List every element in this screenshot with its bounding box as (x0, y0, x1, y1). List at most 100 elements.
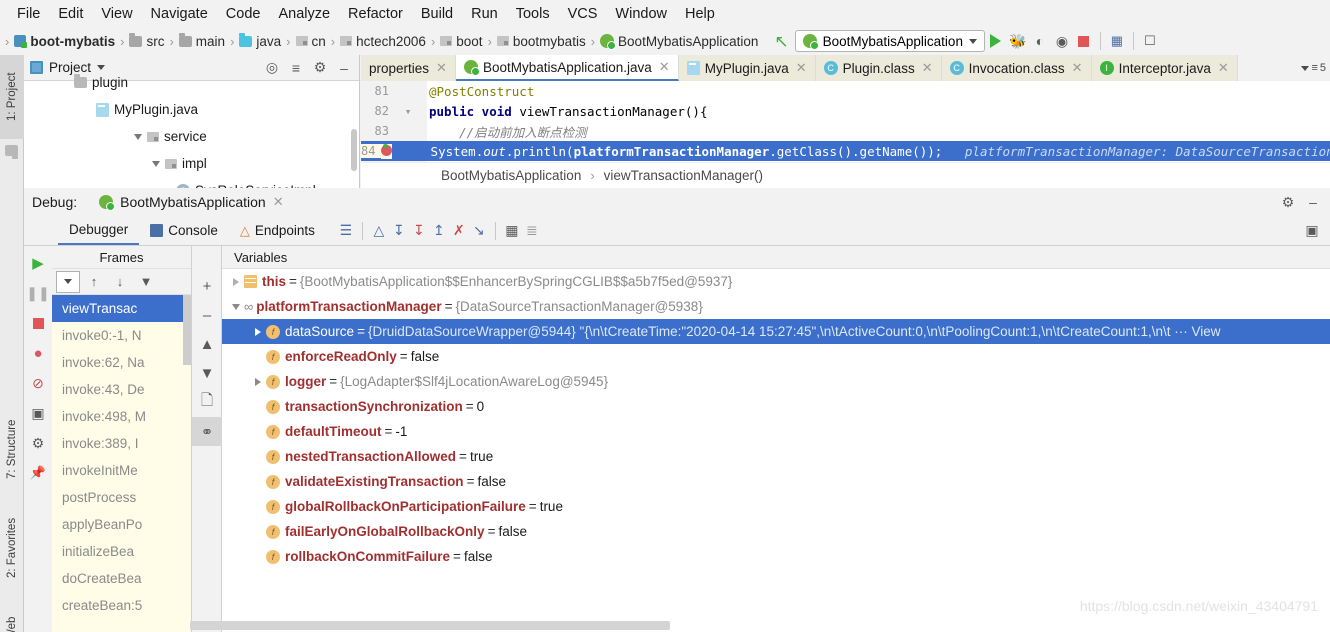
layout-button[interactable]: ▦ (1106, 30, 1128, 52)
project-scrollbar[interactable] (351, 129, 357, 171)
menu-item-refactor[interactable]: Refactor (339, 3, 412, 25)
view-breakpoints-button[interactable]: ● (24, 338, 52, 368)
frame-row[interactable]: invoke:498, M (52, 403, 191, 430)
expand-arrow[interactable] (250, 327, 266, 336)
tab-debugger[interactable]: Debugger (58, 216, 140, 245)
pin-tab-button[interactable]: 📌 (24, 458, 52, 488)
breadcrumb-java[interactable]: java (237, 32, 283, 49)
gear-icon[interactable]: ⚙ (1279, 194, 1297, 211)
close-icon[interactable]: ✕ (659, 59, 670, 75)
sidebar-tab-project[interactable]: 1: Project (0, 55, 24, 139)
breadcrumb-class[interactable]: BootMybatisApplication (598, 34, 760, 50)
tab-interceptor[interactable]: I Interceptor.java ✕ (1091, 55, 1238, 81)
stop-button[interactable] (1073, 30, 1095, 52)
step-out-button[interactable]: ↥ (429, 221, 449, 241)
frame-row[interactable]: applyBeanPo (52, 511, 191, 538)
menu-item-tools[interactable]: Tools (507, 3, 559, 25)
breadcrumb-boot[interactable]: boot (438, 34, 484, 49)
mute-breakpoints-toggle[interactable]: ⊘ (24, 368, 52, 398)
breadcrumb-main[interactable]: main (177, 32, 227, 49)
frame-row[interactable]: invoke:389, I (52, 430, 191, 457)
editor-breadcrumb-method[interactable]: viewTransactionManager() (604, 168, 763, 183)
step-over-button[interactable]: ↧ (389, 221, 409, 241)
close-icon[interactable]: ✕ (1072, 60, 1083, 76)
menu-item-vcs[interactable]: VCS (559, 3, 607, 25)
hide-icon[interactable]: – (1304, 194, 1322, 210)
chevron-down-icon[interactable] (134, 133, 142, 140)
run-button[interactable] (985, 30, 1007, 52)
force-step-into-button[interactable]: ✗ (449, 221, 469, 241)
frames-scrollbar[interactable] (183, 295, 191, 365)
remove-watch-button[interactable]: – (192, 301, 222, 330)
debug-session-name[interactable]: BootMybatisApplication (120, 194, 266, 210)
frame-row[interactable]: doCreateBea (52, 565, 191, 592)
variables-list[interactable]: this = {BootMybatisApplication$$Enhancer… (222, 269, 1330, 632)
stop-program-button[interactable] (24, 308, 52, 338)
frame-row[interactable]: createBean:5 (52, 592, 191, 619)
frame-up-button[interactable]: ↑ (82, 271, 106, 293)
variable-row-transactionsynchronization[interactable]: f transactionSynchronization = 0 (222, 394, 1330, 419)
frame-down-button[interactable]: ↓ (108, 271, 132, 293)
tree-item-sysroleserviceimpl[interactable]: C SysRoleServiceImpl (24, 177, 359, 188)
menu-item-navigate[interactable]: Navigate (142, 3, 217, 25)
frame-row[interactable]: invoke0:-1, N (52, 322, 191, 349)
variable-row-failearlyonglobalrollbackonly[interactable]: f failEarlyOnGlobalRollbackOnly = false (222, 519, 1330, 544)
frame-row[interactable]: invokeInitMe (52, 457, 191, 484)
breadcrumb-hctech2006[interactable]: hctech2006 (338, 34, 428, 49)
variable-row-nestedtransactionallowed[interactable]: f nestedTransactionAllowed = true (222, 444, 1330, 469)
close-icon[interactable]: ✕ (922, 60, 933, 76)
tab-overflow-button[interactable]: ≡ 5 (1297, 55, 1330, 81)
sidebar-tab-favorites[interactable]: 2: Favorites (0, 498, 24, 598)
breadcrumb-src[interactable]: src (127, 32, 166, 49)
step-into-button[interactable]: ↧ (409, 221, 429, 241)
tab-myplugin[interactable]: MyPlugin.java ✕ (678, 55, 816, 81)
mute-breakpoints-button[interactable]: ☰ (336, 221, 356, 241)
frame-row[interactable]: viewTransac (52, 295, 191, 322)
frame-row[interactable]: postProcess (52, 484, 191, 511)
frame-row[interactable]: initializeBea (52, 538, 191, 565)
run-to-cursor-button[interactable]: ↘ (469, 221, 489, 241)
profile-button[interactable]: ◉ (1051, 30, 1073, 52)
tab-endpoints[interactable]: △ Endpoints (229, 216, 326, 245)
breadcrumb-project[interactable]: boot-mybatis (12, 34, 117, 49)
editor-breadcrumb-class[interactable]: BootMybatisApplication (441, 168, 581, 183)
move-watch-down-button[interactable]: ▼ (192, 359, 222, 388)
variable-row-enforcereadonly[interactable]: f enforceReadOnly = false (222, 344, 1330, 369)
pause-program-button[interactable]: ❚❚ (24, 278, 52, 308)
close-icon[interactable]: ✕ (436, 60, 447, 76)
window-button[interactable]: ☐ (1139, 30, 1161, 52)
settings-side-button[interactable]: ⚙ (24, 428, 52, 458)
layout-settings-icon[interactable]: ▣ (1302, 221, 1322, 241)
tab-invocation-class[interactable]: C Invocation.class ✕ (941, 55, 1092, 81)
menu-item-window[interactable]: Window (606, 3, 676, 25)
copy-value-button[interactable]: 🗋 (192, 388, 222, 417)
collapse-arrow[interactable] (228, 303, 244, 310)
move-watch-up-button[interactable]: ▲ (192, 330, 222, 359)
run-with-coverage-button[interactable]: ◐ (1029, 30, 1051, 52)
add-watch-button[interactable]: + (192, 272, 222, 301)
expand-arrow[interactable] (250, 377, 266, 386)
filter-frames-button[interactable]: ▼ (134, 271, 158, 293)
sidebar-tab-structure[interactable]: 7: Structure (0, 400, 24, 498)
debug-button[interactable]: 🐝 (1007, 30, 1029, 52)
menu-item-analyze[interactable]: Analyze (269, 3, 339, 25)
run-configuration-selector[interactable]: BootMybatisApplication (794, 30, 985, 52)
menu-item-build[interactable]: Build (412, 3, 462, 25)
navbar-up-arrow-icon[interactable]: ↖ (774, 33, 788, 50)
frame-row[interactable]: invoke:43, De (52, 376, 191, 403)
variable-row-rollbackoncommitfailure[interactable]: f rollbackOnCommitFailure = false (222, 544, 1330, 569)
tab-plugin-class[interactable]: C Plugin.class ✕ (815, 55, 942, 81)
variable-row-validateexistingtransaction[interactable]: f validateExistingTransaction = false (222, 469, 1330, 494)
sidebar-tab-web[interactable]: Web (0, 598, 24, 632)
variable-row-this[interactable]: this = {BootMybatisApplication$$Enhancer… (222, 269, 1330, 294)
tree-item-myplugin[interactable]: MyPlugin.java (24, 96, 359, 123)
settings-button[interactable]: ≣ (522, 221, 542, 241)
frames-list[interactable]: viewTransac invoke0:-1, N invoke:62, Na … (52, 295, 191, 632)
tree-item-service[interactable]: service (24, 123, 359, 150)
close-icon[interactable]: ✕ (796, 60, 807, 76)
tab-properties[interactable]: properties ✕ (361, 55, 456, 81)
frame-row[interactable]: invoke:62, Na (52, 349, 191, 376)
fold-marker-icon[interactable]: ▾ (395, 105, 421, 118)
breakpoint-gutter[interactable] (381, 143, 393, 159)
thread-selector[interactable] (56, 270, 80, 293)
